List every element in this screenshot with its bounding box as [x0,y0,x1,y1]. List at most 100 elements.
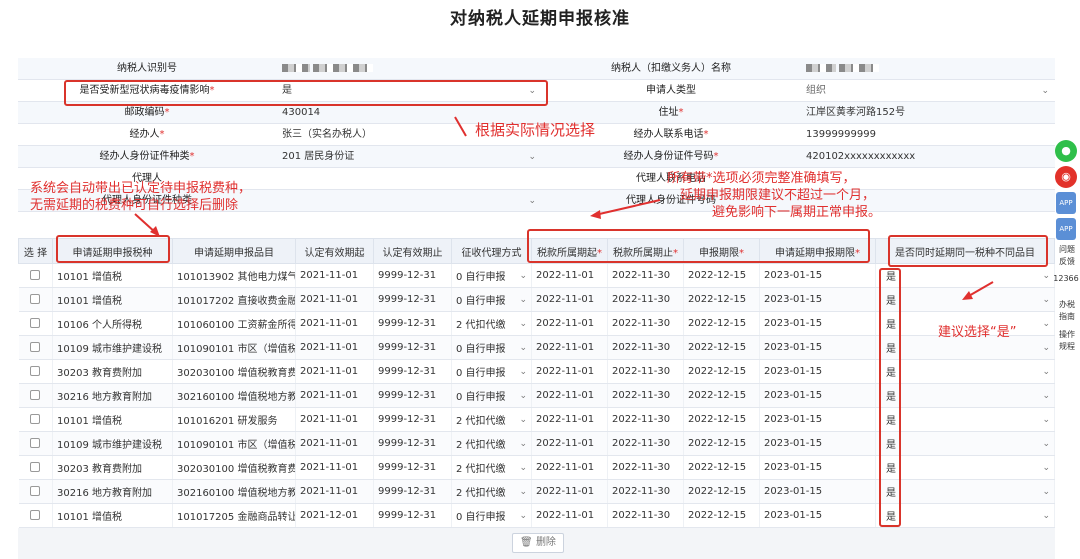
column-header: 选 择 [18,238,53,264]
collection-method-select[interactable]: 2 代扣代缴 ⌄ [451,455,532,480]
row-checkbox[interactable] [30,390,41,400]
table-cell: 2022-12-15 [688,510,747,521]
same-tax-select[interactable]: 是 ⌄ [875,287,1055,312]
weibo-icon[interactable]: ◉ [1055,166,1077,188]
table-cell: 2022-11-30 [612,342,671,353]
table-cell: 9999-12-31 [378,438,437,449]
table-cell: 0 自行申报 [456,512,506,523]
table-cell: 30203 教育费附加 [57,464,142,475]
handler-id-type-select[interactable]: 201 居民身份证 ⌄ [276,146,542,167]
table-cell: 101013902 其他电力煤气 [177,272,296,283]
form-row-taxpayer-id: 纳税人识别号 纳税人（扣缴义务人）名称 [18,58,1055,80]
table-cell: 9999-12-31 [378,366,437,377]
same-tax-select[interactable]: 是 ⌄ [875,479,1055,504]
app-icon[interactable]: APP [1056,192,1076,214]
agent-input[interactable] [276,168,542,189]
delete-button[interactable]: 🗑 删除 [512,533,564,553]
applicant-type-select[interactable]: 组织 ⌄ [800,80,1055,101]
table-cell: 0 自行申报 [456,368,506,379]
annotation-box-required-fields [527,229,870,263]
same-tax-select[interactable]: 是 ⌄ [875,431,1055,456]
address-input[interactable]: 江岸区黄孝河路152号 [800,102,1055,123]
table-cell: 2021-11-01 [300,318,359,329]
chevron-down-icon: ⌄ [519,295,527,305]
handler-id-number-input[interactable]: 420102xxxxxxxxxxxx [800,146,1055,167]
feedback-link[interactable]: 问题反馈 [1056,244,1078,268]
table-cell: 2023-01-15 [764,318,823,329]
table-cell: 101090101 市区（增值税 [177,344,296,355]
annotation-box-epidemic [64,80,548,106]
table-cell: 2021-11-01 [300,366,359,377]
table-cell: 2022-11-30 [612,390,671,401]
row-checkbox[interactable] [30,318,41,328]
table-cell: 2 代扣代缴 [456,416,506,427]
row-checkbox[interactable] [30,366,41,376]
table-cell: 2022-11-01 [536,486,595,497]
annotation-box-tax-type [56,235,170,263]
table-cell: 2022-11-01 [536,510,595,521]
same-tax-select[interactable]: 是 ⌄ [875,263,1055,288]
taxpayer-name-value [800,58,1055,79]
same-tax-select[interactable]: 是 ⌄ [875,383,1055,408]
chevron-down-icon: ⌄ [519,439,527,449]
same-tax-select[interactable]: 是 ⌄ [875,503,1055,528]
chevron-down-icon: ⌄ [1042,415,1050,425]
table-cell: 2022-11-30 [612,438,671,449]
row-checkbox[interactable] [30,342,41,352]
table-cell: 2022-12-15 [688,342,747,353]
collection-method-select[interactable]: 0 自行申报 ⌄ [451,335,532,360]
wechat-icon[interactable]: ● [1055,140,1077,162]
chevron-down-icon: ⌄ [528,196,536,206]
table-cell: 2022-11-30 [612,366,671,377]
row-checkbox[interactable] [30,414,41,424]
collection-method-select[interactable]: 2 代扣代缴 ⌄ [451,479,532,504]
same-tax-select[interactable]: 是 ⌄ [875,455,1055,480]
table-cell: 2022-11-01 [536,318,595,329]
redacted-value [806,64,836,72]
table-cell: 2023-01-15 [764,462,823,473]
handler-phone-input[interactable]: 13999999999 [800,124,1055,145]
annotation-auto-tax-2: 无需延期的税费种可自行选择后删除 [30,198,239,213]
collection-method-select[interactable]: 0 自行申报 ⌄ [451,263,532,288]
table-cell: 2021-12-01 [300,510,359,521]
collection-method-select[interactable]: 0 自行申报 ⌄ [451,359,532,384]
table-cell: 0 自行申报 [456,344,506,355]
table-cell: 2021-11-01 [300,294,359,305]
taxpayer-id-value [276,58,542,79]
same-tax-select[interactable]: 是 ⌄ [875,359,1055,384]
row-checkbox[interactable] [30,294,41,304]
manual-link[interactable]: 操作规程 [1056,329,1078,353]
chevron-down-icon: ⌄ [1042,295,1050,305]
chevron-down-icon: ⌄ [1042,367,1050,377]
table-cell: 2 代扣代缴 [456,320,506,331]
collection-method-select[interactable]: 2 代扣代缴 ⌄ [451,311,532,336]
collection-method-select[interactable]: 0 自行申报 ⌄ [451,503,532,528]
redacted-value [839,64,880,72]
collection-method-select[interactable]: 0 自行申报 ⌄ [451,383,532,408]
row-checkbox[interactable] [30,462,41,472]
app-icon[interactable]: APP [1056,218,1076,240]
row-checkbox[interactable] [30,270,41,280]
chevron-down-icon: ⌄ [519,487,527,497]
column-header: 征收代理方式 [451,238,532,264]
table-cell: 10101 增值税 [57,512,122,523]
annotation-required-1: 所有带*选项必须完整准确填写， [667,171,856,186]
same-tax-select[interactable]: 是 ⌄ [875,407,1055,432]
annotation-auto-tax-1: 系统会自动带出已认定待申报税费种， [30,181,252,196]
collection-method-select[interactable]: 2 代扣代缴 ⌄ [451,407,532,432]
chevron-down-icon: ⌄ [1042,391,1050,401]
row-checkbox[interactable] [30,438,41,448]
chevron-down-icon: ⌄ [1042,319,1050,329]
row-checkbox[interactable] [30,486,41,496]
agent-id-type-select[interactable]: ⌄ [276,190,542,211]
table-cell: 2023-01-15 [764,270,823,281]
row-checkbox[interactable] [30,510,41,520]
taxpayer-id-label: 纳税人识别号 [117,63,177,74]
table-cell: 2022-11-01 [536,294,595,305]
table-cell: 0 自行申报 [456,392,506,403]
guide-link[interactable]: 办税指南 [1056,299,1078,323]
table-cell: 2 代扣代缴 [456,488,506,499]
table-cell: 2021-11-01 [300,414,359,425]
collection-method-select[interactable]: 2 代扣代缴 ⌄ [451,431,532,456]
collection-method-select[interactable]: 0 自行申报 ⌄ [451,287,532,312]
